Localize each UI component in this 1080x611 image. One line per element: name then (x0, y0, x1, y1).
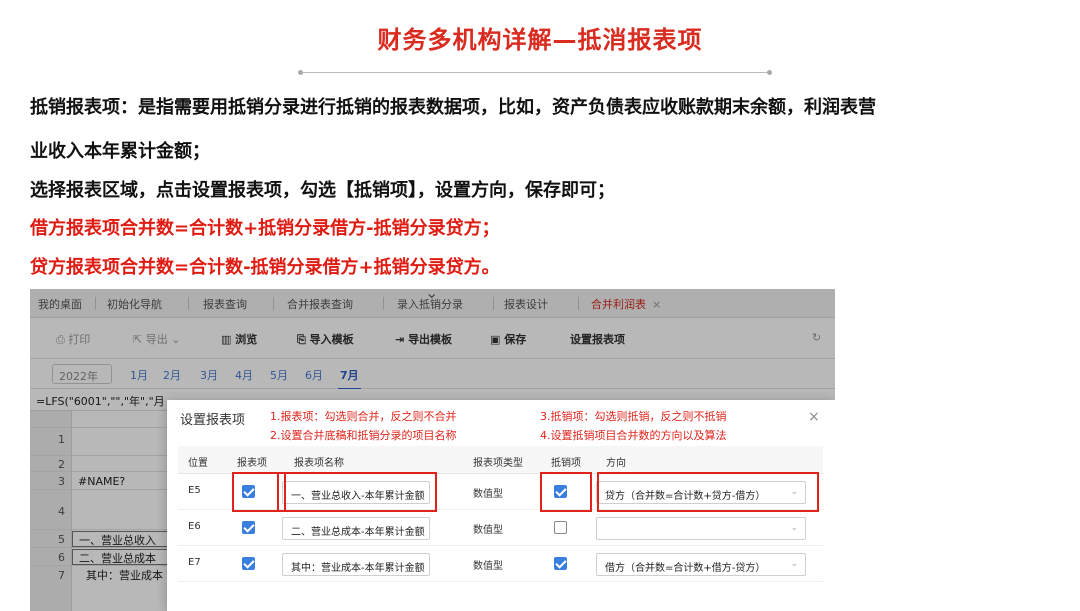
page-title: 财务多机构详解—抵消报表项 (377, 26, 703, 54)
direction-select[interactable]: 借方（合并数=合计数+借方-贷方） ⌄ (596, 553, 806, 576)
report-item-name-input[interactable]: 二、营业总成本-本年累计金额 (282, 517, 430, 540)
highlight-direction (597, 472, 819, 512)
column-header: 抵销项 (551, 458, 581, 469)
close-icon[interactable]: × (808, 409, 820, 425)
report-item-type: 数值型 (473, 561, 503, 572)
paragraph-credit-formula: 贷方报表项合并数=合计数-抵销分录借方+抵销分录贷方。 (30, 257, 500, 278)
title-divider (298, 70, 772, 75)
report-item-type: 数值型 (473, 525, 503, 536)
row-position: E7 (188, 557, 201, 568)
chevron-down-icon: ⌄ (790, 559, 798, 569)
divider-dot (767, 70, 772, 75)
column-header: 位置 (188, 458, 208, 469)
divider-dot (298, 70, 303, 75)
dialog-title: 设置报表项 (180, 413, 246, 428)
direction-select[interactable]: ⌄ (596, 517, 806, 540)
table-header: 位置 报表项 报表项名称 报表项类型 抵销项 方向 (178, 446, 823, 474)
annotation-1: 1.报表项：勾选则合并，反之则不合并 (270, 410, 457, 423)
annotation-3: 3.抵销项：勾选则抵销，反之则不抵销 (540, 410, 727, 423)
paragraph-steps: 选择报表区域，点击设置报表项，勾选【抵销项】，设置方向，保存即可； (30, 180, 615, 201)
report-item-checkbox[interactable] (242, 557, 255, 570)
row-position: E6 (188, 521, 201, 532)
embedded-screenshot: ⌄ 我的桌面 初始化导航 报表查询 合并报表查询 录入抵销分录 报表设计 合并利… (30, 289, 835, 611)
report-item-checkbox[interactable] (242, 521, 255, 534)
paragraph-definition: 抵销报表项：是指需要用抵销分录进行抵销的报表数据项，比如，资产负债表应收账款期末… (30, 97, 876, 118)
offset-item-checkbox[interactable] (554, 557, 567, 570)
paragraph-definition-cont: 业收入本年累计金额； (30, 141, 210, 162)
row-position: E5 (188, 485, 201, 496)
column-header: 报表项 (237, 458, 267, 469)
paragraph-debit-formula: 借方报表项合并数=合计数+抵销分录借方-抵销分录贷方； (30, 218, 500, 239)
highlight-item-name (277, 472, 437, 512)
chevron-down-icon: ⌄ (790, 523, 798, 533)
table-row: E7 其中：营业成本-本年累计金额 数值型 借方（合并数=合计数+借方-贷方） ⌄ (178, 546, 823, 582)
column-header: 报表项类型 (473, 458, 523, 469)
report-item-name-input[interactable]: 其中：营业成本-本年累计金额 (282, 553, 430, 576)
column-header: 报表项名称 (294, 458, 344, 469)
set-report-item-dialog: 设置报表项 × 1.报表项：勾选则合并，反之则不合并 2.设置合并底稿和抵销分录… (167, 400, 835, 611)
report-item-type: 数值型 (473, 489, 503, 500)
offset-item-checkbox[interactable] (554, 521, 567, 534)
highlight-offset-item (540, 472, 592, 512)
column-header: 方向 (606, 458, 626, 469)
annotation-4: 4.设置抵销项目合并数的方向以及算法 (540, 429, 727, 442)
direction-value: 借方（合并数=合计数+借方-贷方） (605, 563, 766, 574)
annotation-2: 2.设置合并底稿和抵销分录的项目名称 (270, 429, 457, 442)
table-row: E6 二、营业总成本-本年累计金额 数值型 ⌄ (178, 510, 823, 546)
